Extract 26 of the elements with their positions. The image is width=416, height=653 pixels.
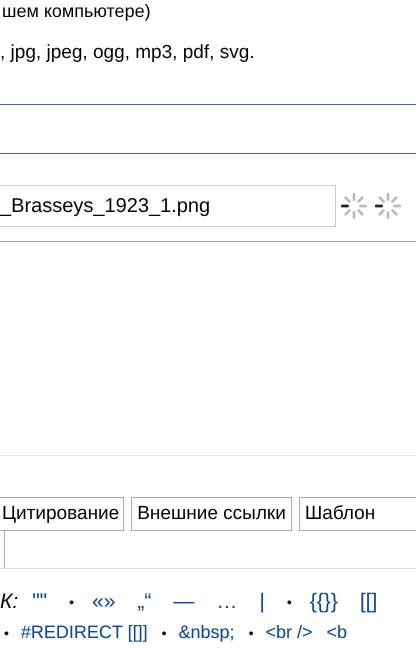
insert-char-link[interactable]: «» <box>92 590 116 614</box>
insert-markup-link[interactable]: #REDIRECT [[]] <box>20 622 148 643</box>
description-text: шем компьютере) <box>1 0 152 22</box>
insert-char-link[interactable]: … <box>216 590 238 614</box>
bullet-separator: • <box>4 624 9 640</box>
toolbar-tab[interactable]: Шаблон <box>298 497 416 531</box>
insert-markup-link[interactable]: &nbsp; <box>178 622 235 643</box>
spinner-icon <box>372 190 404 222</box>
toolbar-tab[interactable]: Цитирование <box>0 497 124 531</box>
insert-char-link[interactable]: „“ <box>137 590 152 614</box>
file-types-text: , jpg, jpeg, ogg, mp3, pdf, svg. <box>0 42 256 64</box>
special-chars-label: К: <box>0 590 18 614</box>
toolbar-tab[interactable]: Внешние ссылки <box>131 497 292 531</box>
insert-char-link[interactable]: | <box>259 590 265 614</box>
bullet-separator: • <box>248 624 254 640</box>
insert-markup-link[interactable]: <b <box>326 622 348 643</box>
insert-char-link[interactable]: — <box>173 590 194 614</box>
bullet-separator: • <box>69 594 74 610</box>
bullet-separator: • <box>162 624 167 640</box>
spinner-icon <box>338 190 370 222</box>
insert-char-link[interactable]: {{}} <box>310 590 338 614</box>
bullet-separator: • <box>286 594 292 610</box>
insert-markup-link[interactable]: <br /> <box>265 622 312 643</box>
insert-char-link[interactable]: "" <box>32 590 48 614</box>
insert-char-link[interactable]: [[] <box>360 590 378 614</box>
filename-field[interactable]: _Brasseys_1923_1.png <box>0 185 336 227</box>
